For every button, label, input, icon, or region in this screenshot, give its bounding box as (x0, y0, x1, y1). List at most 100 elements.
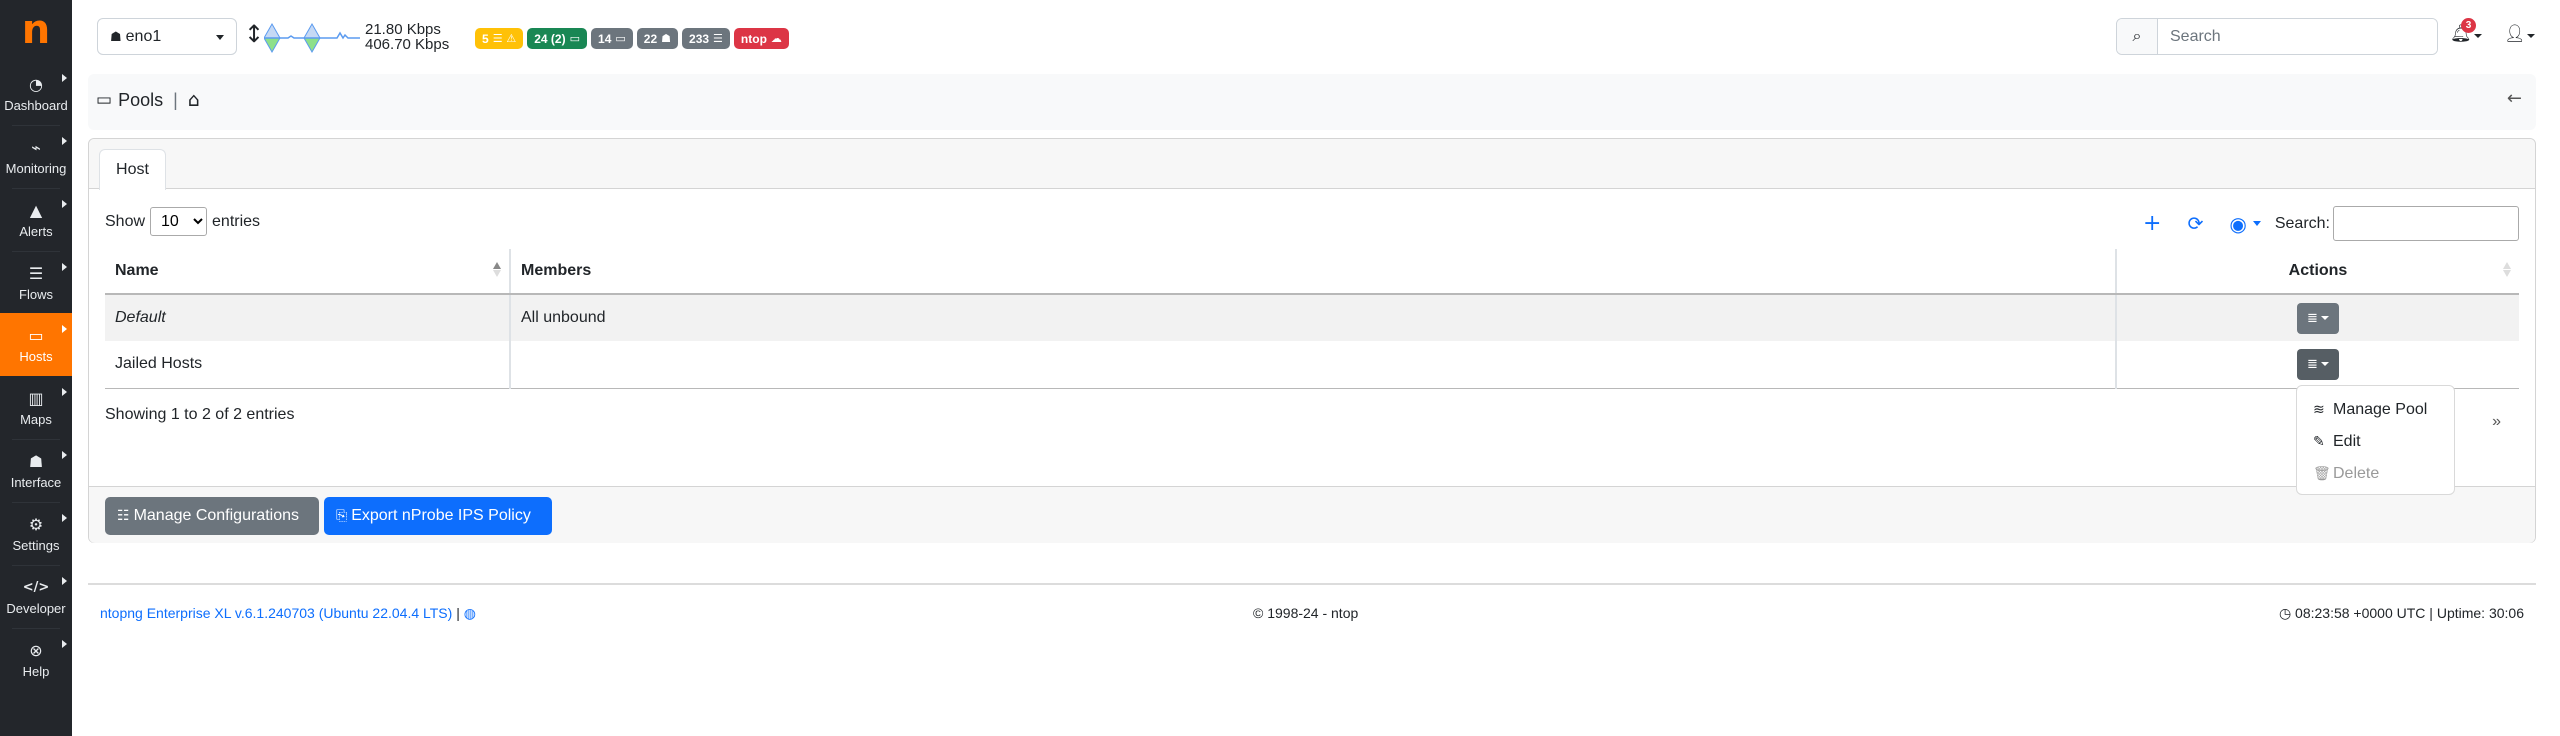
traffic-sparkline (264, 22, 360, 54)
interface-select[interactable]: ☗ eno1 (97, 18, 237, 55)
sidebar-item-settings[interactable]: ⚙ Settings (0, 502, 72, 565)
sidebar-item-help[interactable]: ⊗ Help (0, 628, 72, 691)
column-header-name[interactable]: Name (105, 249, 510, 295)
menu-item-label: Edit (2333, 433, 2361, 450)
add-pool-button[interactable]: + (2143, 211, 2161, 236)
ethernet-icon: ☗ (28, 451, 44, 471)
edit-icon: ✎ (2313, 434, 2325, 450)
sparkline-down-area (303, 37, 321, 54)
badge-remote-hosts[interactable]: 14 ▭ (591, 28, 633, 49)
github-icon[interactable]: ◍ (464, 606, 476, 622)
table-search-input[interactable] (2333, 206, 2519, 241)
global-search-input[interactable] (2158, 19, 2437, 54)
map-icon: ▥ (28, 388, 44, 408)
home-icon[interactable]: ⌂ (188, 89, 200, 111)
caret-right-icon (62, 577, 67, 585)
badge-count: 14 (598, 31, 612, 46)
clock-text: 08:23:58 +0000 UTC | Uptime: 30:06 (2295, 605, 2524, 621)
bars-icon: ☰ (713, 32, 723, 45)
menu-item-label: Manage Pool (2333, 401, 2428, 418)
pool-name: Jailed Hosts (105, 341, 510, 389)
sidebar-item-label: Alerts (19, 223, 53, 239)
sidebar-item-developer[interactable]: </> Developer (0, 565, 72, 628)
clock-icon: ◷ (2278, 606, 2292, 622)
column-header-members: Members (509, 249, 2116, 295)
breadcrumb: ▭ Pools | ⌂ ← (88, 74, 2536, 130)
user-icon[interactable]: 👤︎ (2504, 24, 2526, 44)
back-arrow-icon[interactable]: ← (2507, 88, 2522, 109)
table-toolbar: + ⟳ ◉ Search: (2143, 206, 2519, 241)
row-actions-button[interactable]: ≣ (2297, 348, 2339, 380)
badge-flow-alerts[interactable]: 5 ☰ ⚠ (475, 28, 524, 49)
export-nprobe-policy-button[interactable]: ⎘ Export nProbe IPS Policy (324, 497, 552, 535)
sidebar-item-label: Monitoring (5, 160, 67, 176)
caret-right-icon (62, 74, 67, 82)
sidebar-item-flows[interactable]: ☰ Flows (0, 251, 72, 314)
file-export-icon: ⎘ (336, 508, 348, 524)
page-size-select[interactable]: 10 (150, 207, 208, 236)
sidebar-item-label: Settings (12, 537, 60, 553)
sidebar-item-interface[interactable]: ☗ Interface (0, 439, 72, 502)
card-header: Host (89, 139, 2535, 190)
badge-flows[interactable]: 233 ☰ (682, 28, 730, 49)
sidebar-item-dashboard[interactable]: ◔ Dashboard (0, 62, 72, 125)
search-icon[interactable]: ⌕ (2117, 19, 2158, 54)
laptop-icon: ▭ (96, 90, 113, 110)
caret-down-icon (2320, 362, 2329, 367)
footer-copyright: © 1998-24 - ntop (1253, 605, 1359, 621)
caret-down-icon (2527, 34, 2535, 38)
caret-right-icon (62, 514, 67, 522)
table-search-label: Search: (2274, 214, 2330, 232)
page-title: ▭ Pools | ⌂ (96, 89, 200, 111)
traffic-up: 21.80 Kbps (365, 21, 441, 38)
caret-right-icon (62, 325, 67, 333)
sidebar-item-label: Maps (20, 411, 52, 427)
footer-divider (88, 583, 2536, 585)
ethernet-icon: ☗ (661, 32, 672, 45)
satellite-dish-icon: ⌁ (31, 137, 41, 157)
badge-count: 22 (643, 31, 658, 46)
sidebar-item-hosts[interactable]: ▭ Hosts (0, 313, 72, 376)
actions-cell: ≣ (2115, 341, 2519, 389)
refresh-button[interactable]: ⟳ (2187, 213, 2203, 235)
badge-local-hosts[interactable]: 24 (2) ▭ (527, 28, 588, 49)
pool-members: All unbound (509, 294, 2116, 341)
traffic-down: 406.70 Kbps (365, 36, 450, 53)
sparkline-down-area (264, 37, 281, 54)
tab-host[interactable]: Host (99, 149, 166, 190)
breadcrumb-separator: | (173, 89, 178, 110)
caret-down-icon (216, 35, 224, 40)
actions-cell: ≣ (2115, 294, 2519, 341)
column-visibility-button[interactable]: ◉ (2229, 212, 2261, 236)
badge-label: ntop (740, 31, 767, 46)
badge-count: 233 (689, 31, 710, 46)
manage-configurations-button[interactable]: ☷ Manage Configurations (105, 497, 319, 535)
version-link[interactable]: ntopng Enterprise XL v.6.1.240703 (Ubunt… (100, 605, 452, 621)
sidebar-item-maps[interactable]: ▥ Maps (0, 376, 72, 439)
refresh-icon: ⟳ (2187, 212, 2204, 235)
footer-clock: ◷ 08:23:58 +0000 UTC | Uptime: 30:06 (2279, 605, 2524, 622)
caret-right-icon (62, 263, 67, 271)
menu-item-manage-pool[interactable]: ≋ Manage Pool (2297, 394, 2454, 426)
laptop-icon: ▭ (569, 32, 581, 45)
menu-item-edit[interactable]: ✎ Edit (2297, 426, 2454, 458)
trash-icon: 🗑︎ (2313, 466, 2331, 482)
button-label: Manage Configurations (133, 507, 299, 524)
page-size-control: Show 10 entries (105, 207, 260, 236)
gauge-icon: ◔ (29, 74, 43, 94)
logo-letter: n (21, 7, 51, 53)
sidebar-item-monitoring[interactable]: ⌁ Monitoring (0, 125, 72, 188)
pool-name: Default (105, 294, 510, 341)
ntop-logo[interactable]: n (0, 0, 72, 60)
sidebar-item-label: Developer (6, 600, 66, 616)
sidebar-item-alerts[interactable]: ▲ Alerts (0, 188, 72, 251)
pool-members (509, 341, 2116, 389)
badge-devices[interactable]: 22 ☗ (636, 28, 679, 49)
column-header-actions[interactable]: Actions (2115, 249, 2519, 295)
badge-ntop-cloud[interactable]: ntop ☁ (733, 28, 789, 49)
up-down-arrows-icon: ↕ (244, 20, 265, 48)
pagination-next[interactable]: » (2492, 413, 2501, 431)
sidebar-item-label: Flows (19, 286, 53, 302)
column-header-label: Members (521, 262, 592, 279)
row-actions-button[interactable]: ≣ (2297, 302, 2339, 334)
